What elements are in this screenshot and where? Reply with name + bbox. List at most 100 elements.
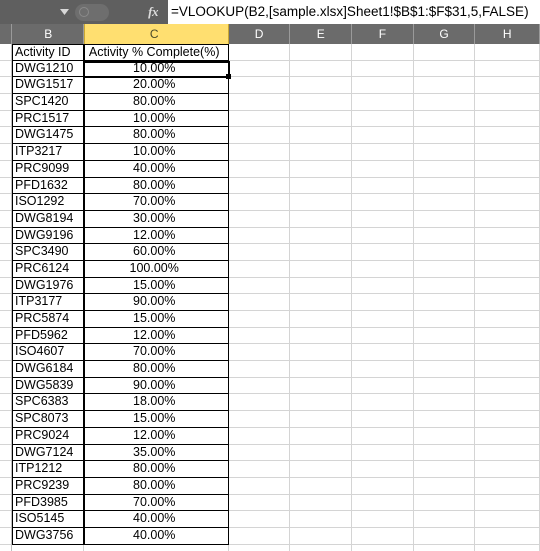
percent-complete-cell[interactable]: 100.00% [83,260,229,278]
percent-complete-cell[interactable]: 70.00% [83,194,229,211]
empty-cell[interactable] [475,494,540,512]
activity-id-cell[interactable]: DWG6184 [12,361,84,378]
empty-cell[interactable] [352,94,414,111]
empty-cell[interactable] [352,244,414,261]
empty-cell[interactable] [413,160,476,178]
activity-id-cell[interactable]: DWG8194 [12,210,84,228]
empty-cell[interactable] [413,94,476,111]
empty-cell[interactable] [290,394,353,412]
activity-id-cell[interactable]: ITP3177 [12,294,84,311]
activity-id-cell[interactable]: PRC9099 [12,160,84,178]
empty-cell[interactable] [413,444,476,462]
row-header-cell[interactable] [0,61,11,78]
empty-cell[interactable] [413,311,476,328]
empty-cell[interactable] [352,444,414,462]
empty-cell[interactable] [475,44,540,61]
empty-cell[interactable] [228,60,291,78]
empty-cell[interactable] [290,227,353,245]
activity-id-cell[interactable]: SPC1420 [12,94,84,111]
empty-cell[interactable] [352,427,414,445]
empty-cell[interactable] [228,177,291,195]
empty-cell[interactable] [352,294,414,311]
empty-cell[interactable] [290,427,353,445]
empty-cell[interactable] [475,277,540,295]
row-header-cell[interactable] [0,445,11,462]
empty-cell[interactable] [290,277,353,295]
empty-cell[interactable] [290,244,353,261]
empty-cell[interactable] [413,494,476,512]
empty-cell[interactable] [352,227,414,245]
empty-cell[interactable] [413,511,476,528]
percent-complete-cell[interactable]: 12.00% [83,227,229,245]
row-header-cell[interactable] [0,394,11,412]
empty-cell[interactable] [290,127,353,145]
empty-cell[interactable] [290,94,353,111]
empty-cell[interactable] [475,377,540,395]
empty-cell[interactable] [475,210,540,228]
empty-cell[interactable] [475,60,540,78]
empty-cell[interactable] [475,544,540,551]
activity-id-cell[interactable] [12,544,84,551]
activity-id-cell[interactable]: PFD3985 [12,494,84,512]
empty-cell[interactable] [290,344,353,362]
empty-cell[interactable] [352,277,414,295]
row-header-cell[interactable] [0,461,11,478]
percent-complete-cell[interactable]: 80.00% [83,461,229,478]
empty-cell[interactable] [290,527,353,545]
row-header-cell[interactable] [0,111,11,128]
row-header-cell[interactable] [0,411,11,428]
percent-complete-cell[interactable]: 15.00% [83,277,229,295]
empty-cell[interactable] [290,511,353,528]
empty-cell[interactable] [475,160,540,178]
row-header-cell[interactable] [0,545,11,551]
empty-cell[interactable] [290,377,353,395]
empty-cell[interactable] [413,244,476,261]
column-header-d[interactable]: D [228,24,291,44]
empty-cell[interactable] [290,260,353,278]
empty-cell[interactable] [475,527,540,545]
column-header-f[interactable]: F [352,24,414,44]
activity-id-cell[interactable]: SPC3490 [12,244,84,261]
empty-cell[interactable] [413,344,476,362]
activity-id-cell[interactable]: DWG1475 [12,127,84,145]
activity-id-cell[interactable]: PRC9024 [12,427,84,445]
empty-cell[interactable] [290,294,353,311]
activity-id-cell[interactable]: SPC6383 [12,394,84,412]
empty-cell[interactable] [352,311,414,328]
empty-cell[interactable] [475,344,540,362]
empty-cell[interactable] [290,444,353,462]
empty-cell[interactable] [290,144,353,161]
empty-cell[interactable] [413,127,476,145]
empty-cell[interactable] [228,194,291,211]
empty-cell[interactable] [352,160,414,178]
row-header-cell[interactable] [0,261,11,278]
empty-cell[interactable] [413,44,476,61]
empty-cell[interactable] [413,277,476,295]
column-header-e[interactable]: E [290,24,353,44]
empty-cell[interactable] [475,394,540,412]
percent-complete-cell[interactable]: 30.00% [83,210,229,228]
percent-complete-cell[interactable]: 80.00% [83,477,229,495]
empty-cell[interactable] [413,377,476,395]
empty-cell[interactable] [290,110,353,128]
select-all-corner[interactable] [0,24,12,44]
empty-cell[interactable] [413,110,476,128]
percent-complete-cell[interactable]: 10.00% [83,110,229,128]
empty-cell[interactable] [228,127,291,145]
empty-cell[interactable] [413,260,476,278]
activity-id-cell[interactable]: DWG1976 [12,277,84,295]
empty-cell[interactable] [290,361,353,378]
row-header-cell[interactable] [0,44,11,61]
percent-complete-cell[interactable]: 70.00% [83,344,229,362]
activity-id-cell[interactable]: DWG7124 [12,444,84,462]
empty-cell[interactable] [413,327,476,345]
empty-cell[interactable] [352,477,414,495]
row-header-cell[interactable] [0,144,11,161]
empty-cell[interactable] [228,527,291,545]
empty-cell[interactable] [228,260,291,278]
empty-cell[interactable] [228,511,291,528]
empty-cell[interactable] [352,327,414,345]
empty-cell[interactable] [475,361,540,378]
row-header-cell[interactable] [0,311,11,328]
percent-complete-cell[interactable]: 80.00% [83,127,229,145]
